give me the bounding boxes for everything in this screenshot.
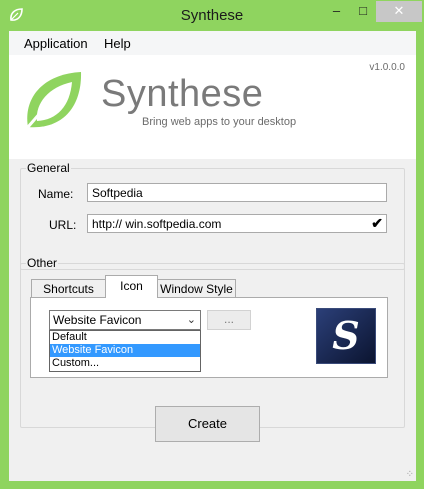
icon-source-combobox[interactable]: Website Favicon ⌄ <box>49 310 201 330</box>
tab-shortcuts[interactable]: Shortcuts <box>31 279 106 297</box>
option-default[interactable]: Default <box>50 331 200 344</box>
create-button[interactable]: Create <box>155 406 260 442</box>
brand-name: Synthese <box>101 73 264 115</box>
chevron-down-icon[interactable]: ⌄ <box>187 311 196 329</box>
url-label: URL: <box>49 218 77 232</box>
synthese-window: Synthese – □ ✕ Application Help v1.0.0.0… <box>0 0 424 489</box>
icon-preview: S <box>316 308 376 364</box>
option-website-favicon[interactable]: Website Favicon <box>50 344 200 357</box>
menu-application[interactable]: Application <box>24 36 88 51</box>
client-area: Application Help v1.0.0.0 Synthese Bring… <box>9 31 416 481</box>
preview-letter: S <box>332 313 359 358</box>
url-value: http:// win.softpedia.com <box>92 217 222 231</box>
option-custom[interactable]: Custom... <box>50 357 200 370</box>
header-banner: v1.0.0.0 Synthese Bring web apps to your… <box>9 55 416 159</box>
other-legend: Other <box>27 256 58 270</box>
general-legend: General <box>27 161 70 175</box>
url-field[interactable]: http:// win.softpedia.com ✔ <box>87 214 387 233</box>
checkmark-icon: ✔ <box>371 215 383 231</box>
favicon-preview-image: S <box>317 309 375 363</box>
resize-grip-icon[interactable]: ⁘ <box>406 469 414 480</box>
maximize-button[interactable]: □ <box>350 1 376 22</box>
browse-button[interactable]: ... <box>207 310 251 330</box>
tagline: Bring web apps to your desktop <box>142 116 297 128</box>
version-label: v1.0.0.0 <box>369 62 405 73</box>
tab-window-style[interactable]: Window Style <box>157 279 236 297</box>
menu-help[interactable]: Help <box>104 36 131 51</box>
tab-icon[interactable]: Icon <box>105 275 158 298</box>
leaf-logo-icon <box>26 72 82 128</box>
icon-source-selected: Website Favicon <box>53 313 142 327</box>
name-field[interactable]: Softpedia <box>87 183 387 202</box>
minimize-button[interactable]: – <box>323 1 350 22</box>
close-button[interactable]: ✕ <box>376 1 422 22</box>
icon-source-dropdown: Default Website Favicon Custom... <box>49 330 201 372</box>
title-bar[interactable]: Synthese – □ ✕ <box>1 1 423 31</box>
menu-bar: Application Help <box>9 31 416 55</box>
name-label: Name: <box>38 187 74 201</box>
